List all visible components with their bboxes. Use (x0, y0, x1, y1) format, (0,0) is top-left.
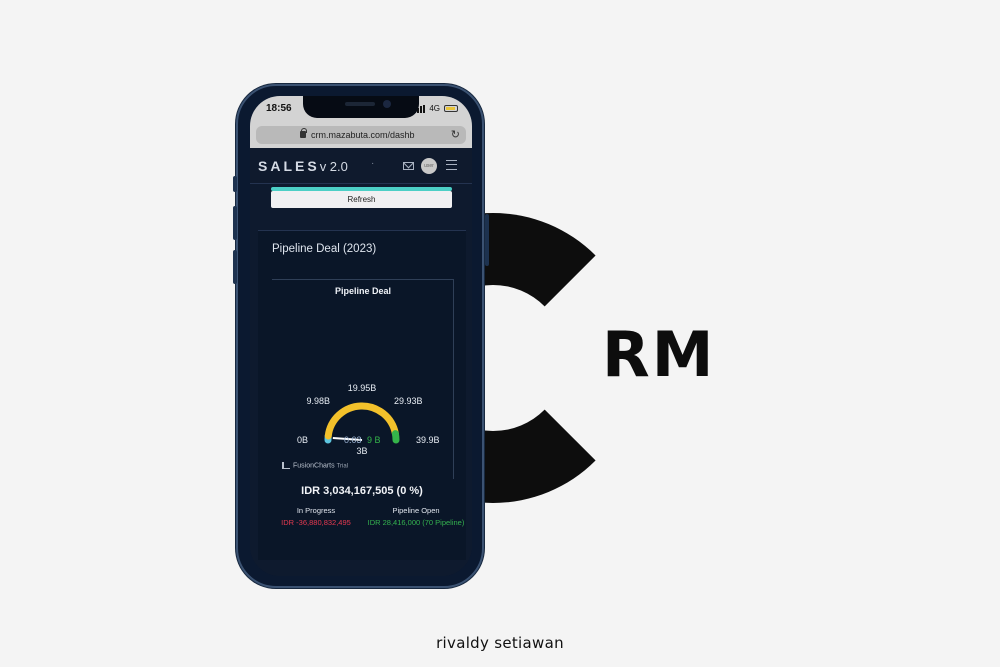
gauge-tick-label: 9.98B (307, 396, 331, 406)
browser-chrome: crm.mazabuta.com/dashb ↻ (250, 122, 472, 148)
volume-down-button (233, 250, 237, 284)
pipeline-open-stat: Pipeline Open IDR 28,416,000 (70 Pipelin… (366, 505, 466, 529)
battery-icon (444, 105, 458, 112)
gauge-tick-label: 39.9B (416, 435, 440, 445)
gauge-tick-label: 19.95B (348, 383, 377, 393)
author-credit: rivaldy setiawan (436, 634, 564, 652)
logo-text: RM (602, 318, 716, 391)
gauge-chart: Pipeline Deal 0B 9.98B 19.95B 29.93B 39.9B 0.… (272, 279, 454, 479)
gauge-band-1 (324, 402, 399, 440)
camera-icon (383, 100, 391, 108)
in-progress-stat: In Progress IDR -36,880,832,495 (266, 505, 366, 529)
network-label: 4G (429, 104, 440, 113)
url-text[interactable]: crm.mazabuta.com/dashb (311, 130, 415, 140)
dashboard-content: Refresh Pipeline Deal (2023) Pipeline De… (250, 184, 472, 576)
app-navbar: SALESv 2.0 · user (250, 148, 472, 184)
volume-up-button (233, 206, 237, 240)
reload-icon[interactable]: ↻ (451, 128, 460, 141)
gauge-overlay-text: 0.03 (344, 435, 362, 445)
canvas: RM rivaldy setiawan 18:56 4G crm.mazabut… (0, 0, 1000, 667)
fusioncharts-logo: FusionCharts Trial (282, 462, 348, 469)
card-title: Pipeline Deal (2023) (272, 243, 377, 255)
fusioncharts-icon (282, 462, 290, 469)
notch (303, 96, 419, 118)
gauge-overlay-text-2: 9 B (367, 435, 381, 445)
hamburger-menu-icon[interactable] (446, 160, 457, 170)
phone-frame: 18:56 4G crm.mazabuta.com/dashb ↻ SALESv… (233, 84, 489, 588)
phone-screen: 18:56 4G crm.mazabuta.com/dashb ↻ SALESv… (250, 96, 472, 576)
status-indicators: 4G (414, 104, 458, 113)
nav-separator: · (371, 158, 375, 169)
gauge-band-2 (391, 430, 400, 444)
gauge-value-label: 3B (356, 446, 367, 456)
lock-icon (300, 128, 307, 138)
address-bar[interactable]: crm.mazabuta.com/dashb ↻ (256, 126, 466, 144)
in-progress-value: IDR -36,880,832,495 (281, 518, 351, 527)
mute-switch (233, 176, 237, 192)
gauge-tick-label: 0B (297, 435, 308, 445)
app-brand[interactable]: SALESv 2.0 (258, 158, 348, 174)
gauge-tick-label: 29.93B (394, 396, 423, 406)
mail-icon[interactable] (403, 162, 414, 170)
pipeline-open-label: Pipeline Open (392, 506, 440, 515)
in-progress-label: In Progress (296, 506, 336, 515)
pipeline-open-value: IDR 28,416,000 (70 Pipeline) (367, 518, 465, 527)
gauge-svg: 0B 9.98B 19.95B 29.93B 39.9B 0.03 9 B3B (297, 383, 440, 456)
power-button (485, 214, 489, 266)
refresh-button[interactable]: Refresh (271, 191, 452, 208)
pipeline-total: IDR 3,034,167,505 (0 %) (301, 485, 423, 497)
avatar[interactable]: user (421, 158, 437, 174)
pipeline-deal-card: Pipeline Deal (2023) Pipeline Deal 0B 9.9… (258, 230, 466, 560)
clock: 18:56 (266, 103, 292, 114)
speaker (345, 102, 375, 106)
